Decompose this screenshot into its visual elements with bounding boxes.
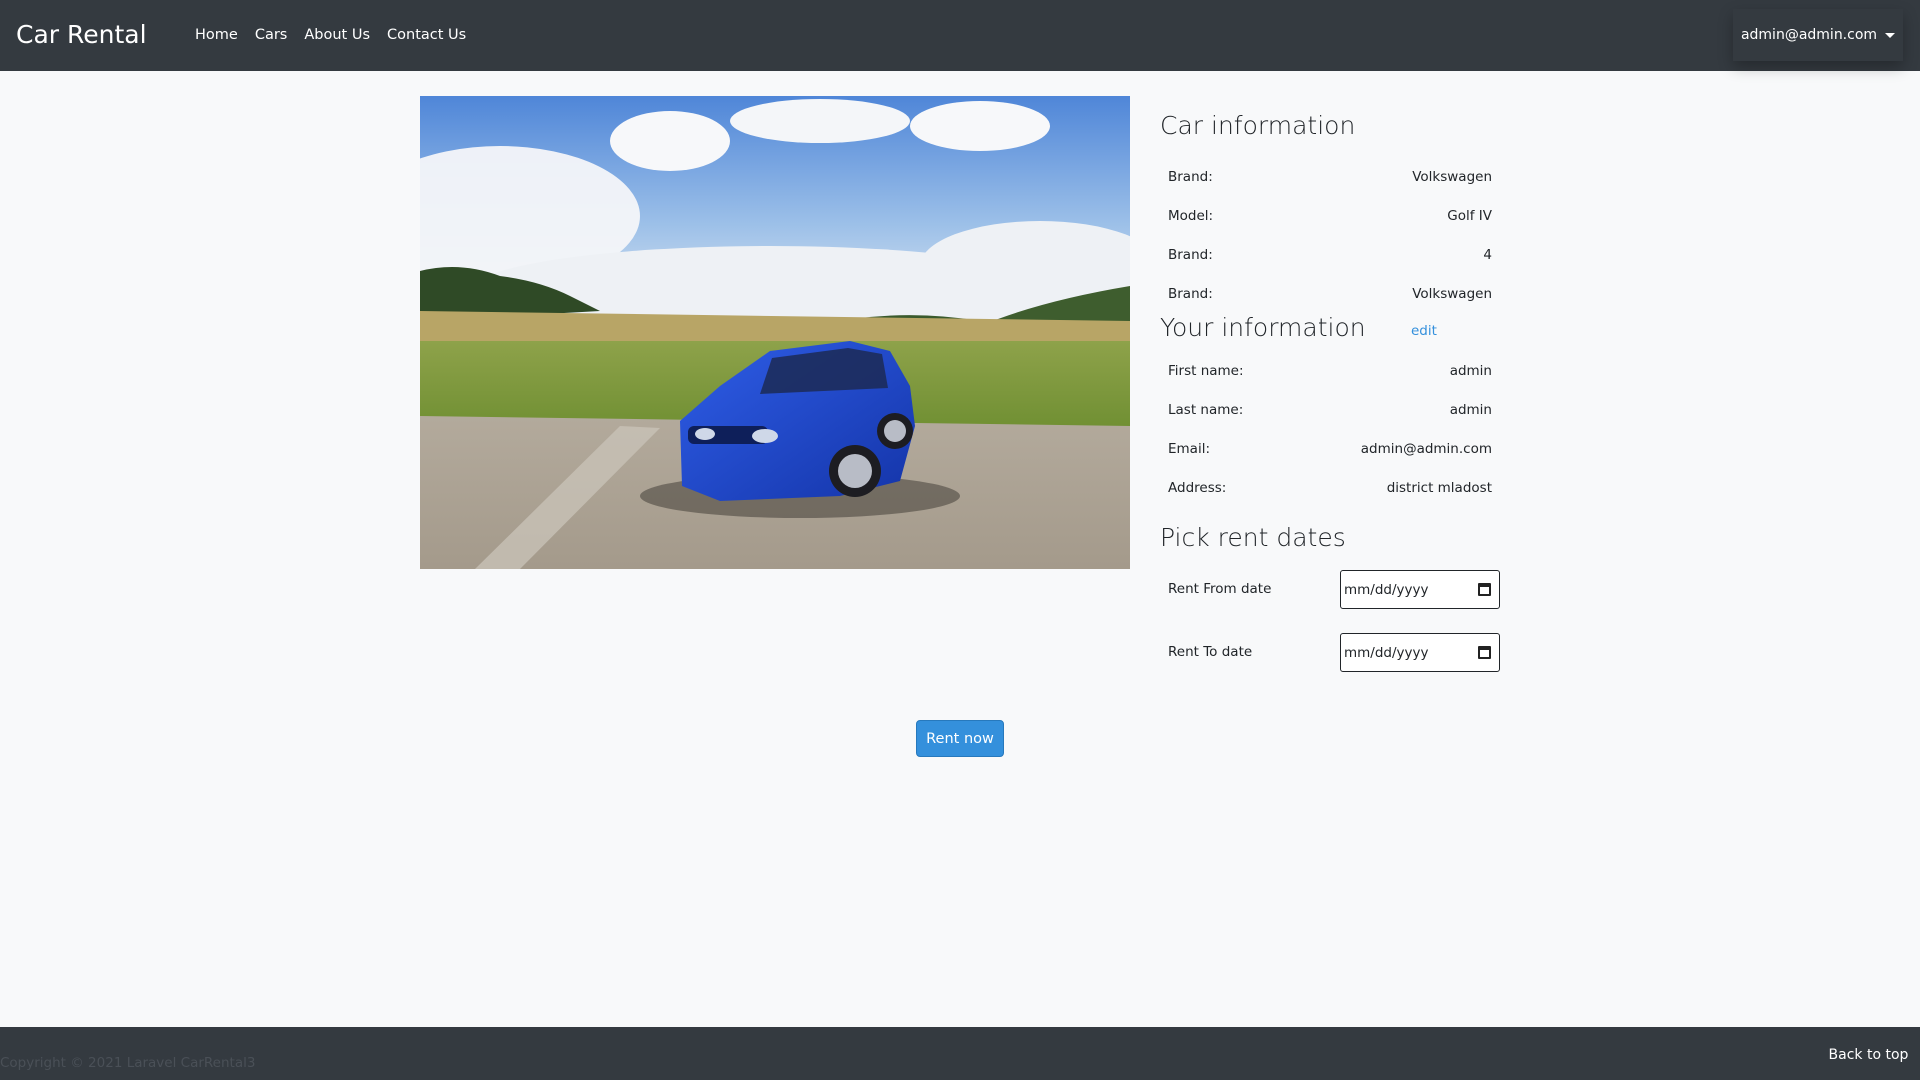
car-photo: [420, 96, 1130, 569]
brand-logo[interactable]: Car Rental: [16, 17, 147, 53]
rent-to-label: Rent To date: [1168, 644, 1253, 660]
car-info-row: Brand: Volkswagen: [1168, 167, 1492, 187]
car-photo-illustration: [420, 96, 1130, 569]
user-info-row: Last name: admin: [1168, 400, 1492, 420]
top-navbar: Car Rental Home Cars About Us Contact Us…: [0, 0, 1920, 71]
car-info-label: Brand:: [1168, 169, 1213, 185]
nav-link-contact[interactable]: Contact Us: [387, 24, 466, 46]
calendar-icon[interactable]: [1478, 583, 1491, 596]
nav-link-home[interactable]: Home: [195, 24, 238, 46]
edit-user-info-link[interactable]: edit: [1411, 323, 1437, 339]
car-info-label: Brand:: [1168, 286, 1213, 302]
car-info-label: Brand:: [1168, 247, 1213, 263]
user-info-label: Email:: [1168, 441, 1211, 457]
footer: [0, 1027, 1920, 1080]
user-info-row: Email: admin@admin.com: [1168, 439, 1492, 459]
car-info-value: 4: [1483, 247, 1492, 263]
rent-to-placeholder: mm/dd/yyyy: [1344, 644, 1429, 661]
car-info-value: Golf IV: [1447, 208, 1492, 224]
copyright-text: Copyright © 2021 Laravel CarRental3: [0, 1055, 256, 1071]
user-info-title: Your information: [1160, 313, 1366, 342]
user-info-row: First name: admin: [1168, 361, 1492, 381]
back-to-top-button[interactable]: Back to top: [1817, 1037, 1920, 1073]
car-info-label: Model:: [1168, 208, 1214, 224]
user-info-value: admin: [1449, 402, 1492, 418]
car-info-value: Volkswagen: [1412, 286, 1492, 302]
car-info-title: Car information: [1160, 111, 1356, 140]
user-info-value: admin: [1449, 363, 1492, 379]
rent-from-label: Rent From date: [1168, 581, 1272, 597]
user-info-value: district mladost: [1386, 480, 1492, 496]
user-info-value: admin@admin.com: [1360, 441, 1492, 457]
nav-links: Home Cars About Us Contact Us: [195, 24, 483, 46]
rent-now-button[interactable]: Rent now: [916, 720, 1004, 757]
car-info-value: Volkswagen: [1412, 169, 1492, 185]
user-email: admin@admin.com: [1740, 27, 1878, 43]
nav-link-cars[interactable]: Cars: [255, 24, 288, 46]
rent-dates-title: Pick rent dates: [1160, 523, 1346, 552]
user-info-label: Address:: [1168, 480, 1227, 496]
car-info-row: Brand: Volkswagen: [1168, 284, 1492, 304]
nav-link-about[interactable]: About Us: [304, 24, 370, 46]
car-info-row: Model: Golf IV: [1168, 206, 1492, 226]
user-info-label: First name:: [1168, 363, 1244, 379]
caret-down-icon: [1885, 32, 1896, 38]
rent-from-date-input[interactable]: mm/dd/yyyy: [1340, 570, 1500, 609]
car-info-row: Brand: 4: [1168, 245, 1492, 265]
user-dropdown[interactable]: admin@admin.com: [1733, 9, 1903, 61]
rent-from-placeholder: mm/dd/yyyy: [1344, 581, 1429, 598]
rent-to-date-input[interactable]: mm/dd/yyyy: [1340, 633, 1500, 672]
user-info-label: Last name:: [1168, 402, 1244, 418]
calendar-icon[interactable]: [1478, 646, 1491, 659]
user-info-row: Address: district mladost: [1168, 478, 1492, 498]
